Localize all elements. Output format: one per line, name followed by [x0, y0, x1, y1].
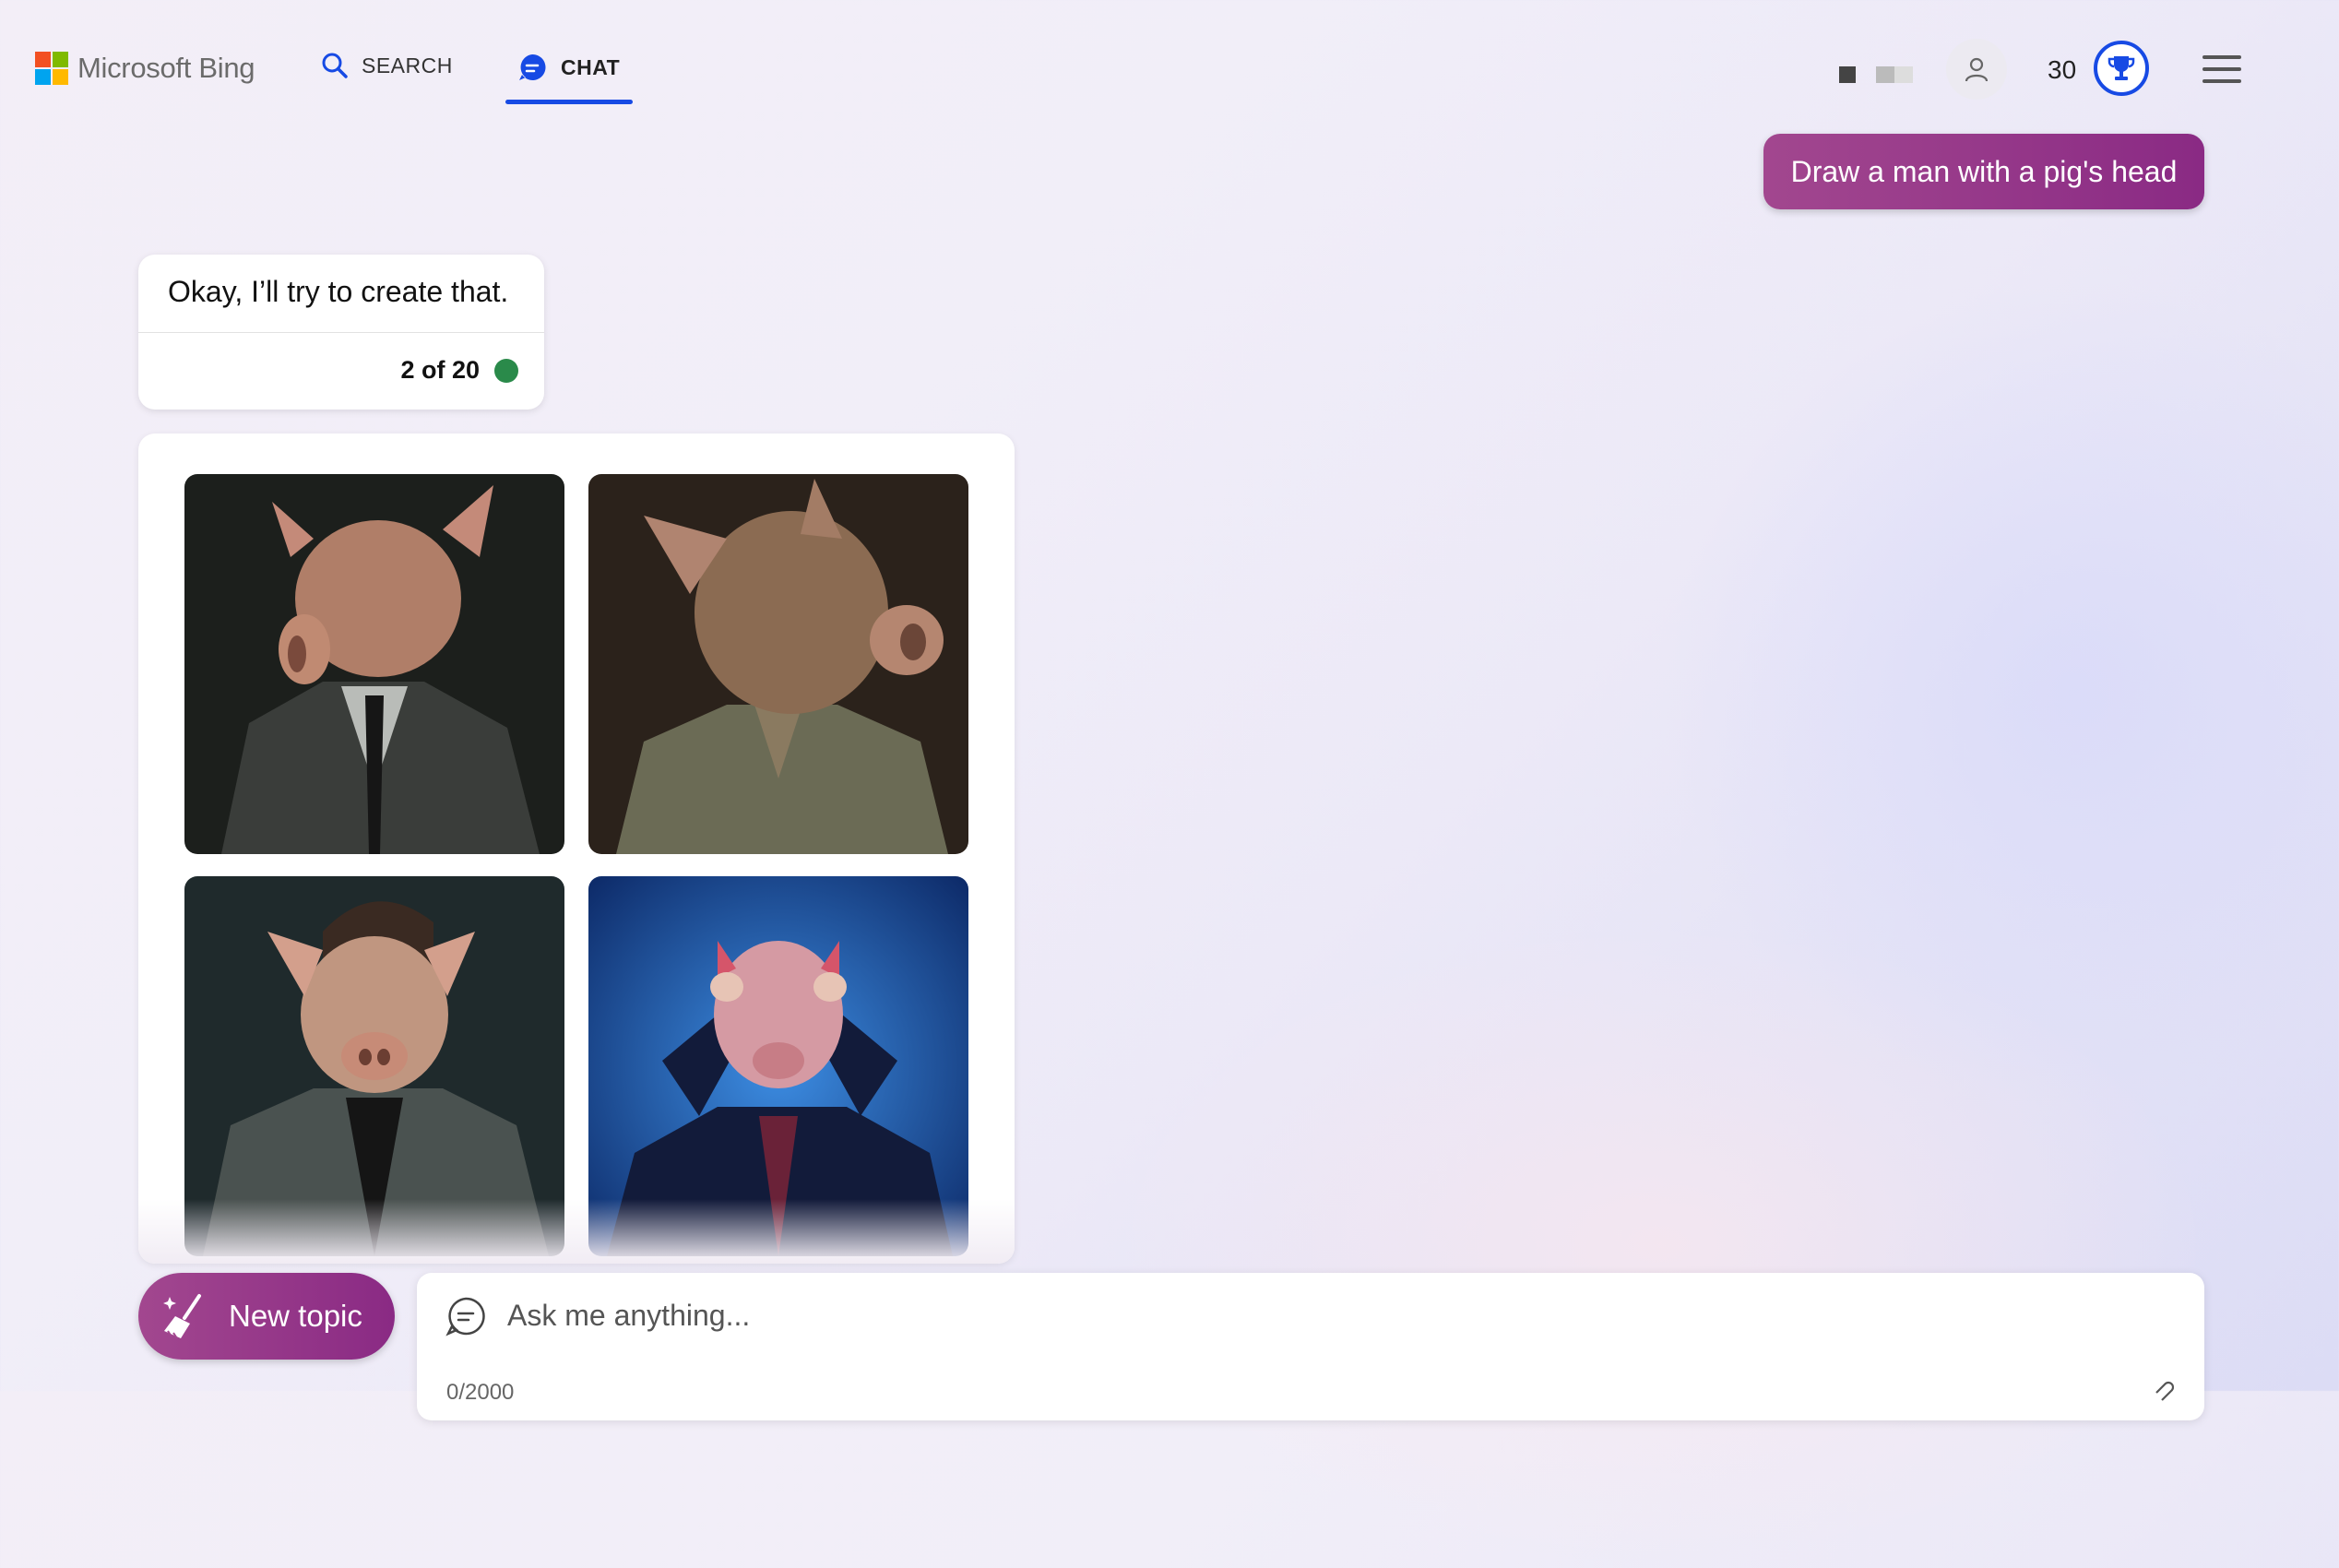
broom-icon	[163, 1294, 201, 1339]
turn-counter: 2 of 20	[400, 356, 480, 384]
chat-bubble-icon	[445, 1297, 485, 1336]
rewards-button[interactable]	[2094, 41, 2149, 96]
microsoft-logo-icon	[35, 52, 68, 85]
scroll-fade	[138, 1199, 1015, 1264]
search-icon	[322, 53, 348, 78]
status-indicator	[494, 359, 518, 383]
bing-logo[interactable]: Microsoft Bing	[35, 52, 255, 85]
bot-message-text: Okay, I’ll try to create that.	[168, 275, 509, 308]
tab-chat[interactable]: CHAT	[516, 52, 620, 83]
active-tab-indicator	[505, 100, 633, 104]
image-results-card	[138, 434, 1015, 1264]
character-count: 0/2000	[446, 1380, 515, 1405]
chat-input[interactable]	[505, 1291, 2077, 1339]
hamburger-menu-icon[interactable]	[2202, 55, 2241, 83]
rewards-points[interactable]: 30	[2048, 55, 2076, 85]
tab-search-label: SEARCH	[362, 53, 453, 77]
chat-composer[interactable]: 0/2000	[417, 1273, 2204, 1420]
pixelated-username	[1876, 66, 1913, 83]
divider	[138, 332, 544, 333]
user-message: Draw a man with a pig's head	[1763, 134, 2204, 209]
bot-message: Okay, I’ll try to create that. 2 of 20	[138, 255, 544, 410]
user-icon	[1965, 57, 1989, 82]
attach-icon[interactable]	[2149, 1376, 2177, 1404]
tab-search[interactable]: SEARCH	[321, 52, 453, 79]
trophy-icon	[2107, 56, 2135, 80]
avatar[interactable]	[1946, 39, 2007, 100]
chat-icon	[519, 53, 546, 80]
pixelated-icon	[1839, 66, 1856, 83]
brand-name: Microsoft Bing	[77, 52, 255, 84]
generated-image-2[interactable]	[588, 474, 968, 854]
new-topic-button[interactable]: New topic	[138, 1273, 395, 1360]
generated-image-1[interactable]	[184, 474, 564, 854]
user-message-text: Draw a man with a pig's head	[1790, 154, 2178, 188]
new-topic-label: New topic	[229, 1299, 362, 1333]
tab-chat-label: CHAT	[561, 54, 621, 79]
